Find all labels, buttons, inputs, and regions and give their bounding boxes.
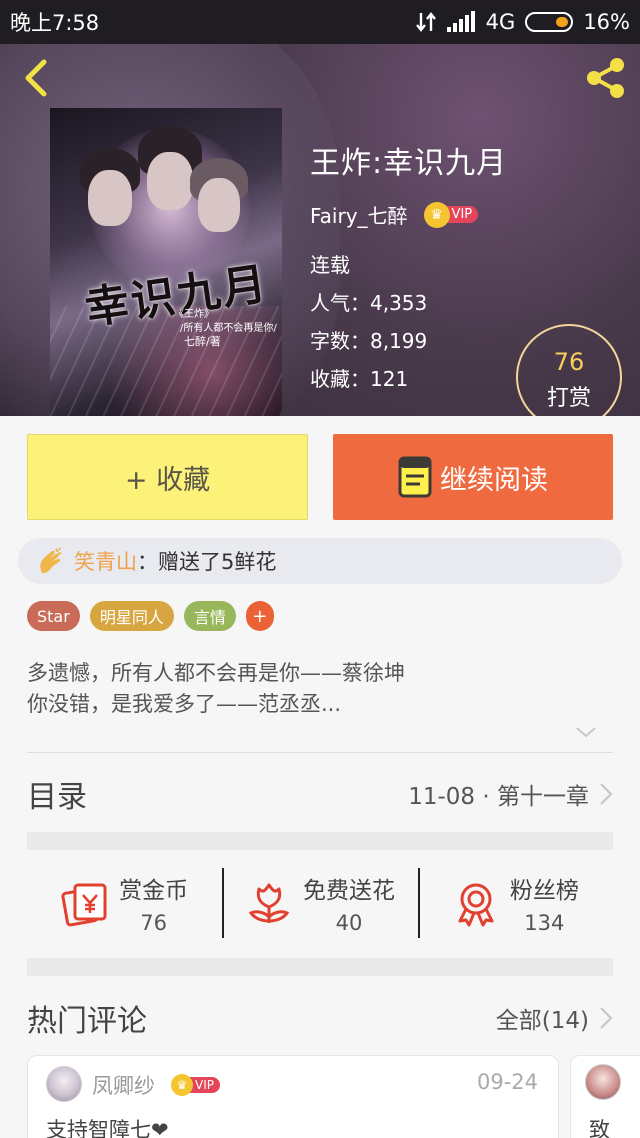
status-time: 晚上7:58 <box>10 11 100 35</box>
avatar[interactable] <box>46 1066 82 1102</box>
expand-chevron-icon[interactable] <box>574 722 598 742</box>
stat-value: 40 <box>335 911 363 935</box>
book-header: 幸识九月 《王炸》 /所有人都不会再是你/ 七醉/著 王炸:幸识九月 Fairy… <box>0 44 640 416</box>
crown-icon: ♛ <box>423 201 450 228</box>
gift-notice: 笑青山 ：赠送了5鲜花 <box>18 538 622 584</box>
continue-reading-label: 继续阅读 <box>440 464 548 496</box>
continue-reading-button[interactable]: 继续阅读 <box>333 434 613 520</box>
book-detail-page: 晚上7:58 4G 16% 幸识九月 《王炸》 /所有人都不会再是你/ 七醉/著… <box>0 0 640 1138</box>
latest-chapter: 11-08 · 第十一章 <box>408 784 589 810</box>
tag-chip[interactable]: 言情 <box>183 601 236 631</box>
status-bar: 晚上7:58 4G 16% <box>0 0 640 44</box>
description-line: 你没错，是我爱多了——范丞丞... <box>27 692 342 716</box>
reward-label: 打赏 <box>546 386 591 411</box>
stats-row: 赏金币 76 免费送花 40 粉丝榜 134 <box>27 858 613 948</box>
book-info: 王炸:幸识九月 Fairy_七醉 ♛ VIP 连载 人气：4,353 字数：8,… <box>310 138 507 403</box>
all-comments-link[interactable]: 全部(14) <box>496 1001 589 1035</box>
vip-badge: ♛ VIP <box>171 1074 220 1096</box>
comment-text: 支持智障七❤ <box>46 1118 169 1138</box>
crown-icon: ♛ <box>171 1074 193 1096</box>
author-row[interactable]: Fairy_七醉 ♛ VIP <box>310 200 507 229</box>
comment-date: 09-24 <box>476 1070 538 1094</box>
tag-chip[interactable]: 明星同人 <box>89 601 174 631</box>
status-right: 4G 16% <box>415 10 630 34</box>
description-line: 多遗憾，所有人都不会再是你——蔡徐坤 <box>27 661 405 685</box>
hot-comments-title: 热门评论 <box>27 1004 147 1039</box>
cover-subtitle: 《王炸》 <box>174 309 214 320</box>
stat-label: 赏金币 <box>119 878 189 904</box>
network-type: 4G <box>485 10 516 34</box>
stat-label: 粉丝榜 <box>509 878 579 904</box>
book-popularity: 人气：4,353 <box>310 291 428 315</box>
chevron-right-icon <box>600 783 613 805</box>
red-envelope-icon <box>61 883 107 927</box>
stat-coins[interactable]: 赏金币 76 <box>27 858 222 948</box>
chevron-right-icon[interactable] <box>599 1006 613 1030</box>
book-cover[interactable]: 幸识九月 《王炸》 /所有人都不会再是你/ 七醉/著 <box>50 108 282 416</box>
data-transfer-icon <box>415 12 436 32</box>
collect-label: + 收藏 <box>124 464 211 496</box>
gift-text: ：赠送了5鲜花 <box>137 550 277 574</box>
book-state: 连载 <box>310 253 350 277</box>
catalog-row[interactable]: 目录 11-08 · 第十一章 <box>27 774 613 815</box>
flower-icon <box>248 883 290 923</box>
share-icon[interactable] <box>584 56 628 100</box>
cover-author: 七醉/著 <box>184 335 221 348</box>
stat-fans[interactable]: 粉丝榜 134 <box>417 858 613 948</box>
collect-button[interactable]: + 收藏 <box>27 434 308 520</box>
battery-percent: 16% <box>583 10 630 34</box>
tag-chip[interactable]: Star <box>27 601 80 631</box>
book-title: 王炸:幸识九月 <box>310 146 508 181</box>
stat-value: 134 <box>524 911 565 935</box>
stat-flowers[interactable]: 免费送花 40 <box>222 858 417 948</box>
signal-icon <box>446 11 475 32</box>
comment-user-row: 凤卿纱 ♛ VIP <box>92 1070 220 1100</box>
catalog-title: 目录 <box>27 780 87 815</box>
tag-list: Star 明星同人 言情 + <box>27 601 274 631</box>
reward-button[interactable]: 76 打赏 <box>516 324 622 416</box>
book-description[interactable]: 多遗憾，所有人都不会再是你——蔡徐坤 你没错，是我爱多了——范丞丞... <box>27 658 405 720</box>
stat-value: 76 <box>140 911 168 935</box>
clap-icon <box>40 547 62 574</box>
book-word-count: 字数：8,199 <box>310 329 428 353</box>
hot-comments-header: 热门评论 全部(14) <box>27 998 613 1039</box>
book-favorites: 收藏：121 <box>310 367 409 391</box>
reward-count: 76 <box>553 348 585 376</box>
add-tag-button[interactable]: + <box>245 601 274 631</box>
comment-card[interactable]: 致 <box>570 1055 640 1138</box>
medal-icon <box>458 883 494 927</box>
battery-icon <box>525 12 574 32</box>
back-arrow-icon[interactable] <box>18 58 54 98</box>
comment-text: 致 <box>589 1118 610 1138</box>
avatar[interactable] <box>585 1064 621 1100</box>
stat-label: 免费送花 <box>302 878 395 904</box>
vip-badge: ♛ VIP <box>423 201 479 228</box>
comment-user[interactable]: 凤卿纱 <box>92 1070 155 1100</box>
comment-card[interactable]: 凤卿纱 ♛ VIP 09-24 支持智障七❤ <box>27 1055 559 1138</box>
author-name[interactable]: Fairy_七醉 <box>310 200 408 229</box>
gift-user[interactable]: 笑青山 <box>74 546 137 576</box>
book-icon <box>398 456 432 498</box>
